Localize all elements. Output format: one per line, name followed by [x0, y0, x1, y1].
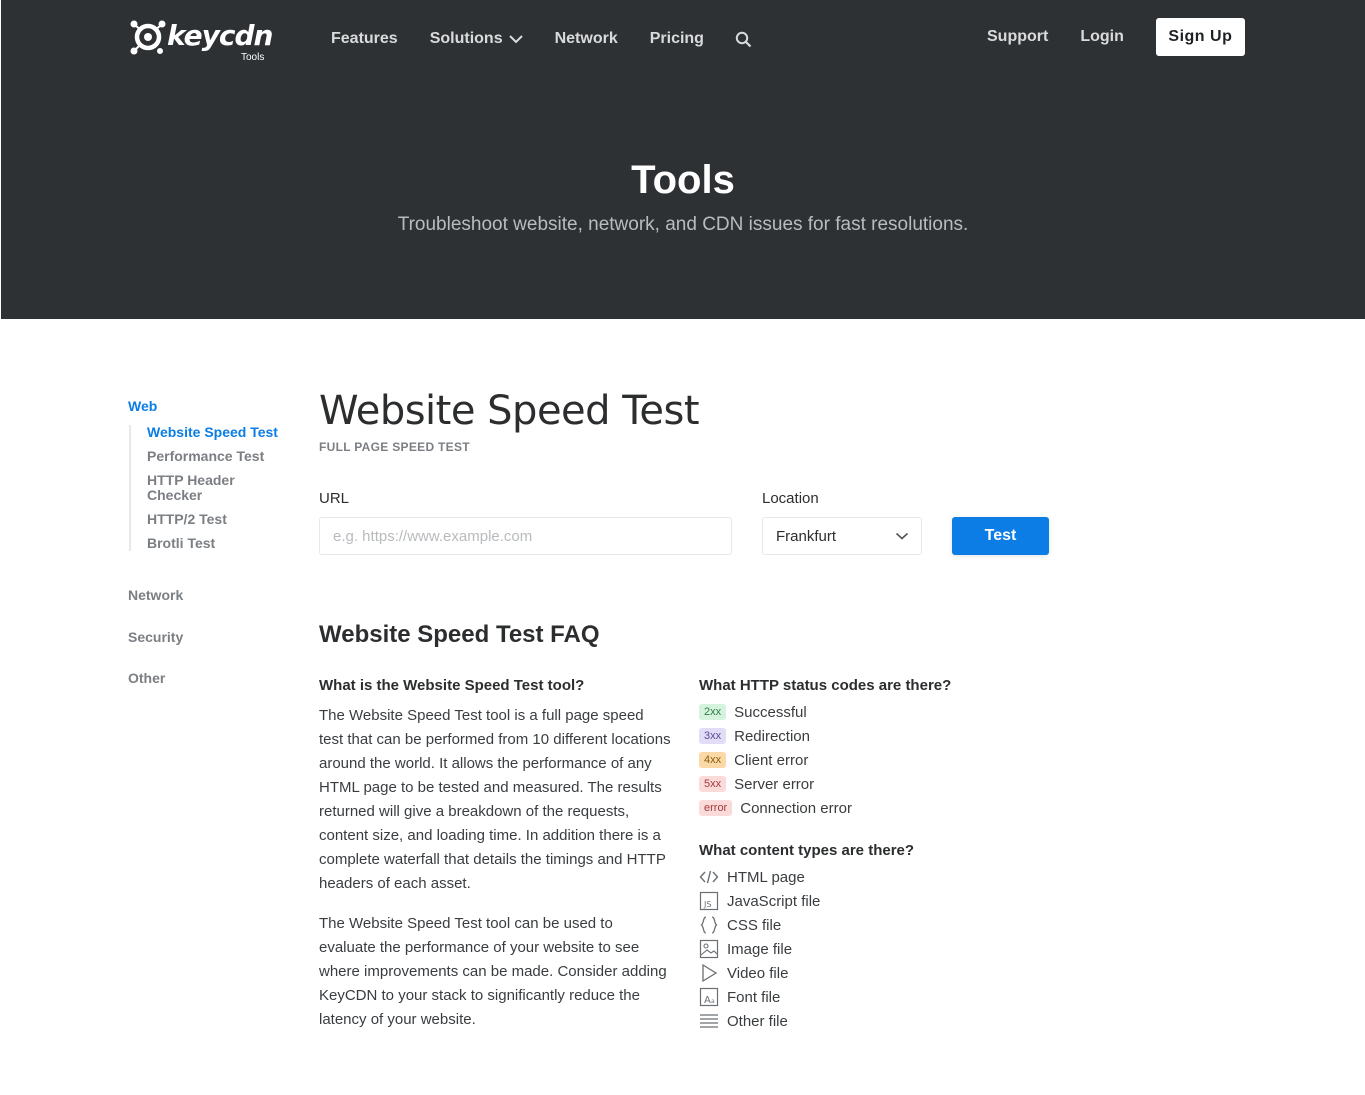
status-item-5xx: 5xx Server error [699, 772, 1059, 796]
svg-text:JS: JS [703, 900, 711, 909]
faq-question-tool: What is the Website Speed Test tool? [319, 677, 585, 694]
sidebar-item-brotli-test[interactable]: Brotli Test [147, 536, 298, 551]
sign-up-button[interactable]: Sign Up [1155, 18, 1245, 56]
nav-login[interactable]: Login [1080, 28, 1124, 46]
content-type-item: Video file [699, 961, 1059, 985]
nav-features[interactable]: Features [331, 30, 398, 48]
faq-question-status: What HTTP status codes are there? [699, 677, 952, 694]
faq-title: Website Speed Test FAQ [319, 621, 600, 648]
hero-title: Tools [631, 158, 735, 202]
faq-question-content-types: What content types are there? [699, 842, 915, 859]
code-icon [699, 870, 719, 884]
nav-network[interactable]: Network [555, 30, 618, 48]
page-title: Website Speed Test [319, 388, 700, 434]
content-type-item: Aa Font file [699, 985, 1059, 1009]
content-type-label: Font file [727, 988, 781, 1006]
status-badge: 2xx [699, 704, 727, 720]
content-type-item: HTML page [699, 865, 1059, 889]
status-item-3xx: 3xx Redirection [699, 724, 1059, 748]
svg-text:A: A [704, 995, 711, 1006]
sidebar-item-website-speed-test[interactable]: Website Speed Test [147, 425, 298, 440]
content-type-item: Image file [699, 937, 1059, 961]
sidebar-group-web[interactable]: Web [128, 398, 298, 414]
keycdn-logo-icon [130, 20, 166, 55]
status-label: Successful [734, 703, 807, 721]
test-button[interactable]: Test [952, 517, 1049, 555]
content-type-label: JavaScript file [727, 892, 821, 910]
keycdn-logo[interactable]: keycdn Tools [129, 16, 274, 66]
secondary-nav: Support Login Sign Up [987, 18, 1245, 56]
content-type-list: HTML page JS JavaScript file CSS file Im… [699, 865, 1059, 1033]
chevron-down-icon [508, 35, 523, 44]
search-icon[interactable] [735, 31, 752, 48]
sidebar-group-security[interactable]: Security [128, 629, 298, 645]
nav-pricing[interactable]: Pricing [650, 30, 704, 48]
status-badge: 4xx [699, 752, 727, 768]
status-label: Client error [734, 751, 809, 769]
sidebar-web-list: Website Speed Test Performance Test HTTP… [129, 425, 298, 551]
sidebar-group-other[interactable]: Other [128, 670, 298, 686]
status-item-4xx: 4xx Client error [699, 748, 1059, 772]
sidebar-item-http-header-checker[interactable]: HTTP Header Checker [147, 473, 247, 503]
status-badge: 3xx [699, 728, 727, 744]
lines-icon [700, 1014, 718, 1028]
status-label: Server error [734, 775, 815, 793]
status-label: Connection error [740, 799, 852, 817]
font-icon: Aa [699, 987, 719, 1007]
main-content: Website Speed Test FULL PAGE SPEED TEST … [319, 388, 1059, 1030]
content-type-item: JS JavaScript file [699, 889, 1059, 913]
chevron-down-icon [895, 532, 909, 540]
location-select[interactable]: Frankfurt [762, 517, 922, 555]
js-file-icon: JS [699, 891, 719, 911]
faq-tool-section: What is the Website Speed Test tool? The… [319, 677, 671, 1048]
status-item-error: error Connection error [699, 796, 1059, 820]
content-type-label: Image file [727, 940, 793, 958]
image-icon [699, 939, 719, 959]
site-header: keycdn Tools Features Solutions Network … [1, 0, 1365, 319]
url-label: URL [319, 490, 350, 507]
status-badge: 5xx [699, 776, 727, 792]
location-value: Frankfurt [776, 527, 837, 545]
faq-codes-section: What HTTP status codes are there? 2xx Su… [699, 677, 1059, 1033]
primary-nav: Features Solutions Network Pricing [331, 28, 752, 50]
sidebar-group-network[interactable]: Network [128, 587, 298, 603]
nav-solutions[interactable]: Solutions [430, 30, 523, 48]
svg-text:a: a [711, 998, 715, 1005]
nav-solutions-label: Solutions [429, 30, 503, 47]
sidebar-item-performance-test[interactable]: Performance Test [147, 449, 298, 464]
hero-subtitle: Troubleshoot website, network, and CDN i… [397, 214, 969, 235]
tools-sidebar: Web Website Speed Test Performance Test … [128, 398, 298, 686]
nav-support[interactable]: Support [987, 28, 1048, 46]
status-list: 2xx Successful 3xx Redirection 4xx Clien… [699, 700, 1059, 820]
faq-answer-paragraph: The Website Speed Test tool is a full pa… [319, 707, 671, 892]
content-type-label: CSS file [727, 916, 782, 934]
braces-icon [700, 916, 718, 934]
content-type-item: CSS file [699, 913, 1059, 937]
status-label: Redirection [734, 727, 810, 745]
url-input[interactable] [319, 517, 732, 555]
page-kicker: FULL PAGE SPEED TEST [319, 440, 470, 454]
sidebar-item-http2-test[interactable]: HTTP/2 Test [147, 512, 298, 527]
status-badge: error [699, 800, 733, 816]
logo-subtitle: Tools [241, 52, 265, 63]
play-icon [702, 963, 718, 983]
status-item-2xx: 2xx Successful [699, 700, 1059, 724]
content-type-label: Video file [727, 964, 789, 982]
location-label: Location [762, 490, 819, 507]
content-type-label: Other file [727, 1012, 788, 1030]
logo-wordmark: keycdn [167, 19, 273, 52]
faq-answer-paragraph: The Website Speed Test tool can be used … [319, 915, 667, 1028]
content-type-label: HTML page [727, 868, 805, 886]
content-type-item: Other file [699, 1009, 1059, 1033]
